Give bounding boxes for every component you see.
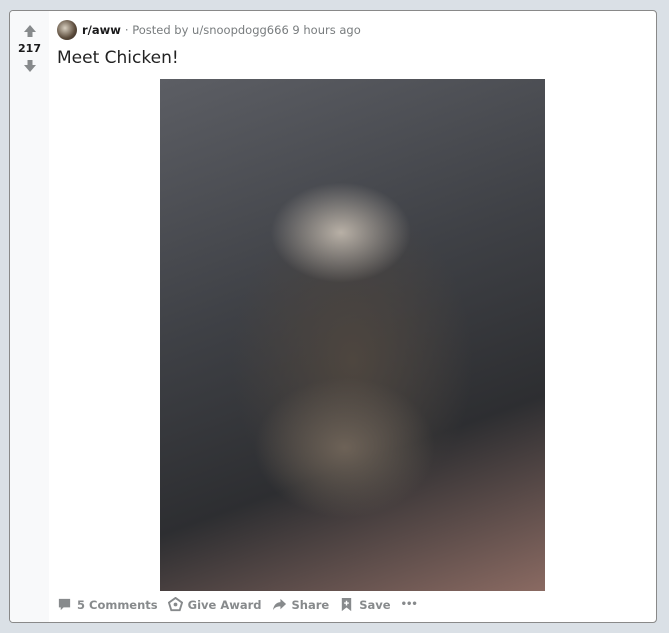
award-icon: [167, 597, 183, 612]
post-card[interactable]: 217 r/aww · Posted by u/snoopdogg666 9 h…: [9, 10, 657, 623]
subreddit-link[interactable]: r/aww: [82, 23, 121, 37]
more-options-button[interactable]: •••: [401, 599, 418, 610]
post-actions: 5 Comments Give Award Share Save •••: [57, 597, 418, 612]
post-title[interactable]: Meet Chicken!: [57, 48, 179, 68]
save-label: Save: [359, 597, 391, 612]
share-icon: [272, 598, 286, 611]
downvote-icon[interactable]: [22, 58, 38, 74]
give-award-button[interactable]: Give Award: [167, 597, 262, 612]
bookmark-icon: [342, 597, 352, 612]
upvote-icon[interactable]: [22, 23, 38, 39]
share-button[interactable]: Share: [272, 597, 330, 612]
award-label: Give Award: [187, 597, 262, 612]
share-label: Share: [291, 597, 330, 612]
post-meta: r/aww · Posted by u/snoopdogg666 9 hours…: [57, 20, 361, 40]
comment-icon: [58, 598, 71, 611]
vote-column: 217: [10, 11, 49, 622]
comments-label: 5 Comments: [77, 597, 158, 612]
save-button[interactable]: Save: [339, 597, 391, 612]
vote-score: 217: [18, 42, 41, 55]
posted-by: · Posted by u/snoopdogg666 9 hours ago: [124, 23, 361, 37]
subreddit-avatar[interactable]: [57, 20, 77, 40]
post-image[interactable]: [160, 79, 545, 591]
comments-button[interactable]: 5 Comments: [57, 597, 158, 612]
